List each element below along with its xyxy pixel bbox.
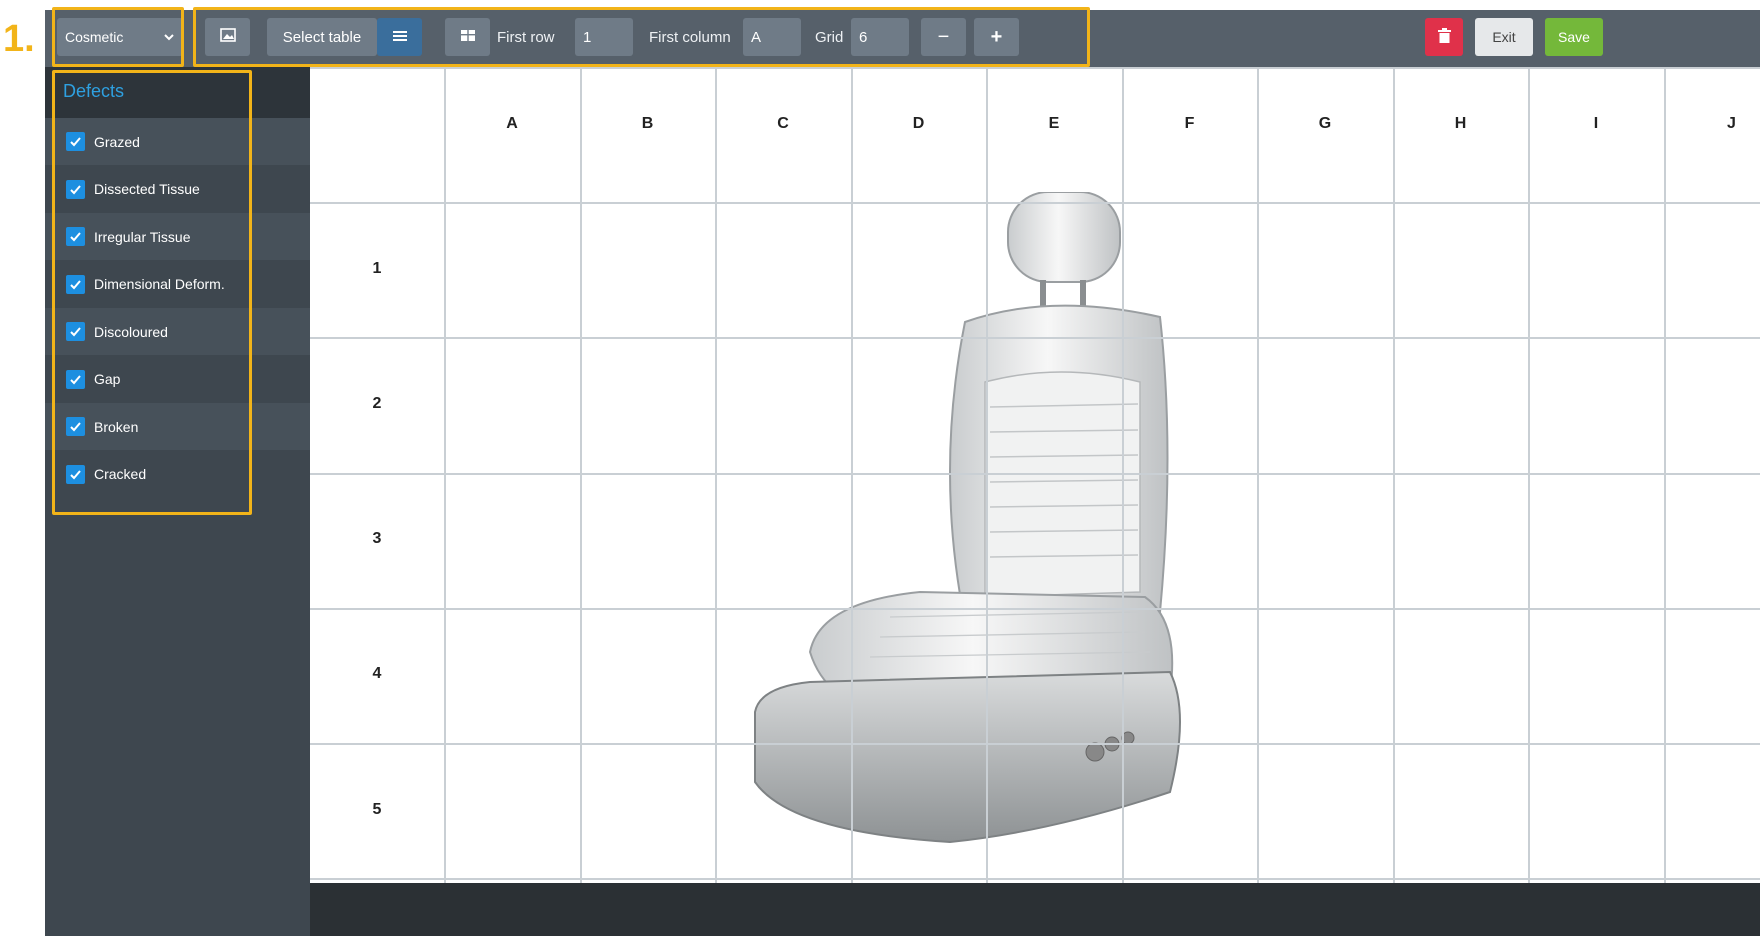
defect-checkbox[interactable] (66, 417, 85, 436)
grid-row-line (310, 202, 1760, 205)
grid-label: Grid (815, 28, 844, 46)
defect-checkbox[interactable] (66, 179, 85, 199)
column-header: A (506, 115, 518, 132)
column-header: G (1318, 115, 1332, 132)
column-header: F (1184, 115, 1195, 132)
chevron-down-icon (163, 30, 175, 46)
grid-column-line (444, 67, 446, 883)
bottom-bar (310, 883, 1760, 936)
column-header: B (641, 115, 654, 132)
mode-select[interactable]: Cosmetic (57, 18, 183, 56)
grid-row-line (310, 337, 1760, 340)
row-header: 3 (372, 530, 382, 548)
defect-item[interactable]: Gap (45, 356, 310, 403)
grid-input[interactable]: 6 (851, 18, 909, 56)
check-icon (70, 279, 81, 289)
grid-row-line (310, 878, 1760, 881)
defect-checkbox[interactable] (66, 464, 85, 484)
check-icon (70, 469, 81, 479)
defect-label: Dissected Tissue (94, 181, 200, 197)
defect-item[interactable]: Broken (45, 403, 310, 450)
column-header: J (1727, 115, 1736, 132)
grid-row-line (310, 607, 1760, 610)
defect-item[interactable]: Cracked (45, 451, 310, 498)
column-header: D (912, 115, 925, 132)
defects-sidebar: Defects Grazed Dissected Tissue Irregular … (45, 67, 310, 936)
row-header: 1 (372, 259, 382, 277)
grid-column-line (579, 67, 582, 883)
check-icon (70, 184, 81, 194)
grid-column-line (1121, 67, 1124, 883)
defect-item[interactable]: Irregular Tissue (45, 213, 310, 260)
defect-checkbox[interactable] (66, 322, 85, 341)
defect-label: Dimensional Deform. (94, 276, 225, 292)
check-icon (70, 232, 81, 242)
column-header: H (1454, 115, 1467, 132)
first-row-input[interactable]: 1 (575, 18, 633, 56)
table-button[interactable] (445, 18, 490, 56)
grid-column-line (850, 67, 853, 883)
grid-column-line (1257, 67, 1259, 883)
column-header: I (1593, 115, 1599, 132)
grid-canvas[interactable]: A B C D E F G H I J 1 2 3 4 5 (310, 67, 1760, 883)
select-table-button[interactable]: Select table (267, 18, 377, 56)
exit-button[interactable]: Exit (1475, 18, 1533, 56)
car-seat-image (754, 192, 1181, 844)
check-icon (70, 422, 81, 432)
defect-checkbox[interactable] (66, 227, 85, 246)
defect-label: Broken (94, 418, 139, 435)
check-icon (70, 327, 81, 337)
first-row-label: First row (497, 28, 555, 46)
row-header: 4 (372, 665, 382, 683)
trash-icon (1437, 27, 1451, 47)
image-icon (219, 28, 236, 46)
app-window: Cosmetic Select table First row 1 First … (45, 10, 1760, 936)
defect-item[interactable]: Dimensional Deform. (45, 261, 310, 308)
grid-row-line (310, 472, 1760, 475)
row-header: 2 (372, 395, 382, 412)
grid-column-line (1528, 67, 1530, 883)
defect-label: Grazed (94, 133, 140, 150)
defect-label: Discoloured (94, 323, 168, 340)
row-header: 5 (372, 800, 382, 818)
screen-root: 1. 2. 3. Cosmetic Select table (0, 0, 1760, 936)
image-button[interactable] (205, 18, 250, 56)
grid-column-line (1663, 67, 1666, 883)
defect-item[interactable]: Grazed (45, 118, 310, 165)
list-view-button[interactable] (377, 18, 422, 56)
grid-row-line (310, 67, 1760, 69)
save-button[interactable]: Save (1545, 18, 1603, 56)
defect-item[interactable]: Dissected Tissue (45, 166, 310, 213)
table-icon (460, 29, 476, 46)
grid-decrease-button[interactable]: − (921, 18, 966, 56)
sidebar-title: Defects (63, 81, 125, 101)
defect-checkbox[interactable] (66, 274, 85, 294)
grid-increase-button[interactable]: + (974, 18, 1019, 56)
defect-label: Irregular Tissue (94, 228, 191, 245)
check-icon (70, 137, 81, 147)
annotation-1: 1. (3, 18, 35, 60)
first-column-input[interactable]: A (743, 18, 801, 56)
grid-row-line (310, 743, 1760, 745)
check-icon (70, 374, 81, 384)
mode-select-value: Cosmetic (65, 29, 124, 45)
defect-checkbox[interactable] (66, 369, 85, 389)
delete-button[interactable] (1425, 18, 1463, 56)
grid-column-line (986, 67, 988, 883)
defect-label: Gap (94, 371, 121, 387)
column-header: C (777, 115, 789, 132)
grid-column-line (715, 67, 717, 883)
toolbar: Cosmetic Select table First row 1 First … (45, 10, 1760, 67)
grid-column-line (1392, 67, 1395, 883)
defect-label: Cracked (94, 466, 147, 482)
defect-item[interactable]: Discoloured (45, 308, 310, 355)
list-icon (392, 29, 407, 46)
first-column-label: First column (649, 28, 731, 46)
sidebar-header: Defects (45, 67, 310, 118)
column-header: E (1048, 115, 1060, 132)
defect-checkbox[interactable] (66, 132, 85, 151)
